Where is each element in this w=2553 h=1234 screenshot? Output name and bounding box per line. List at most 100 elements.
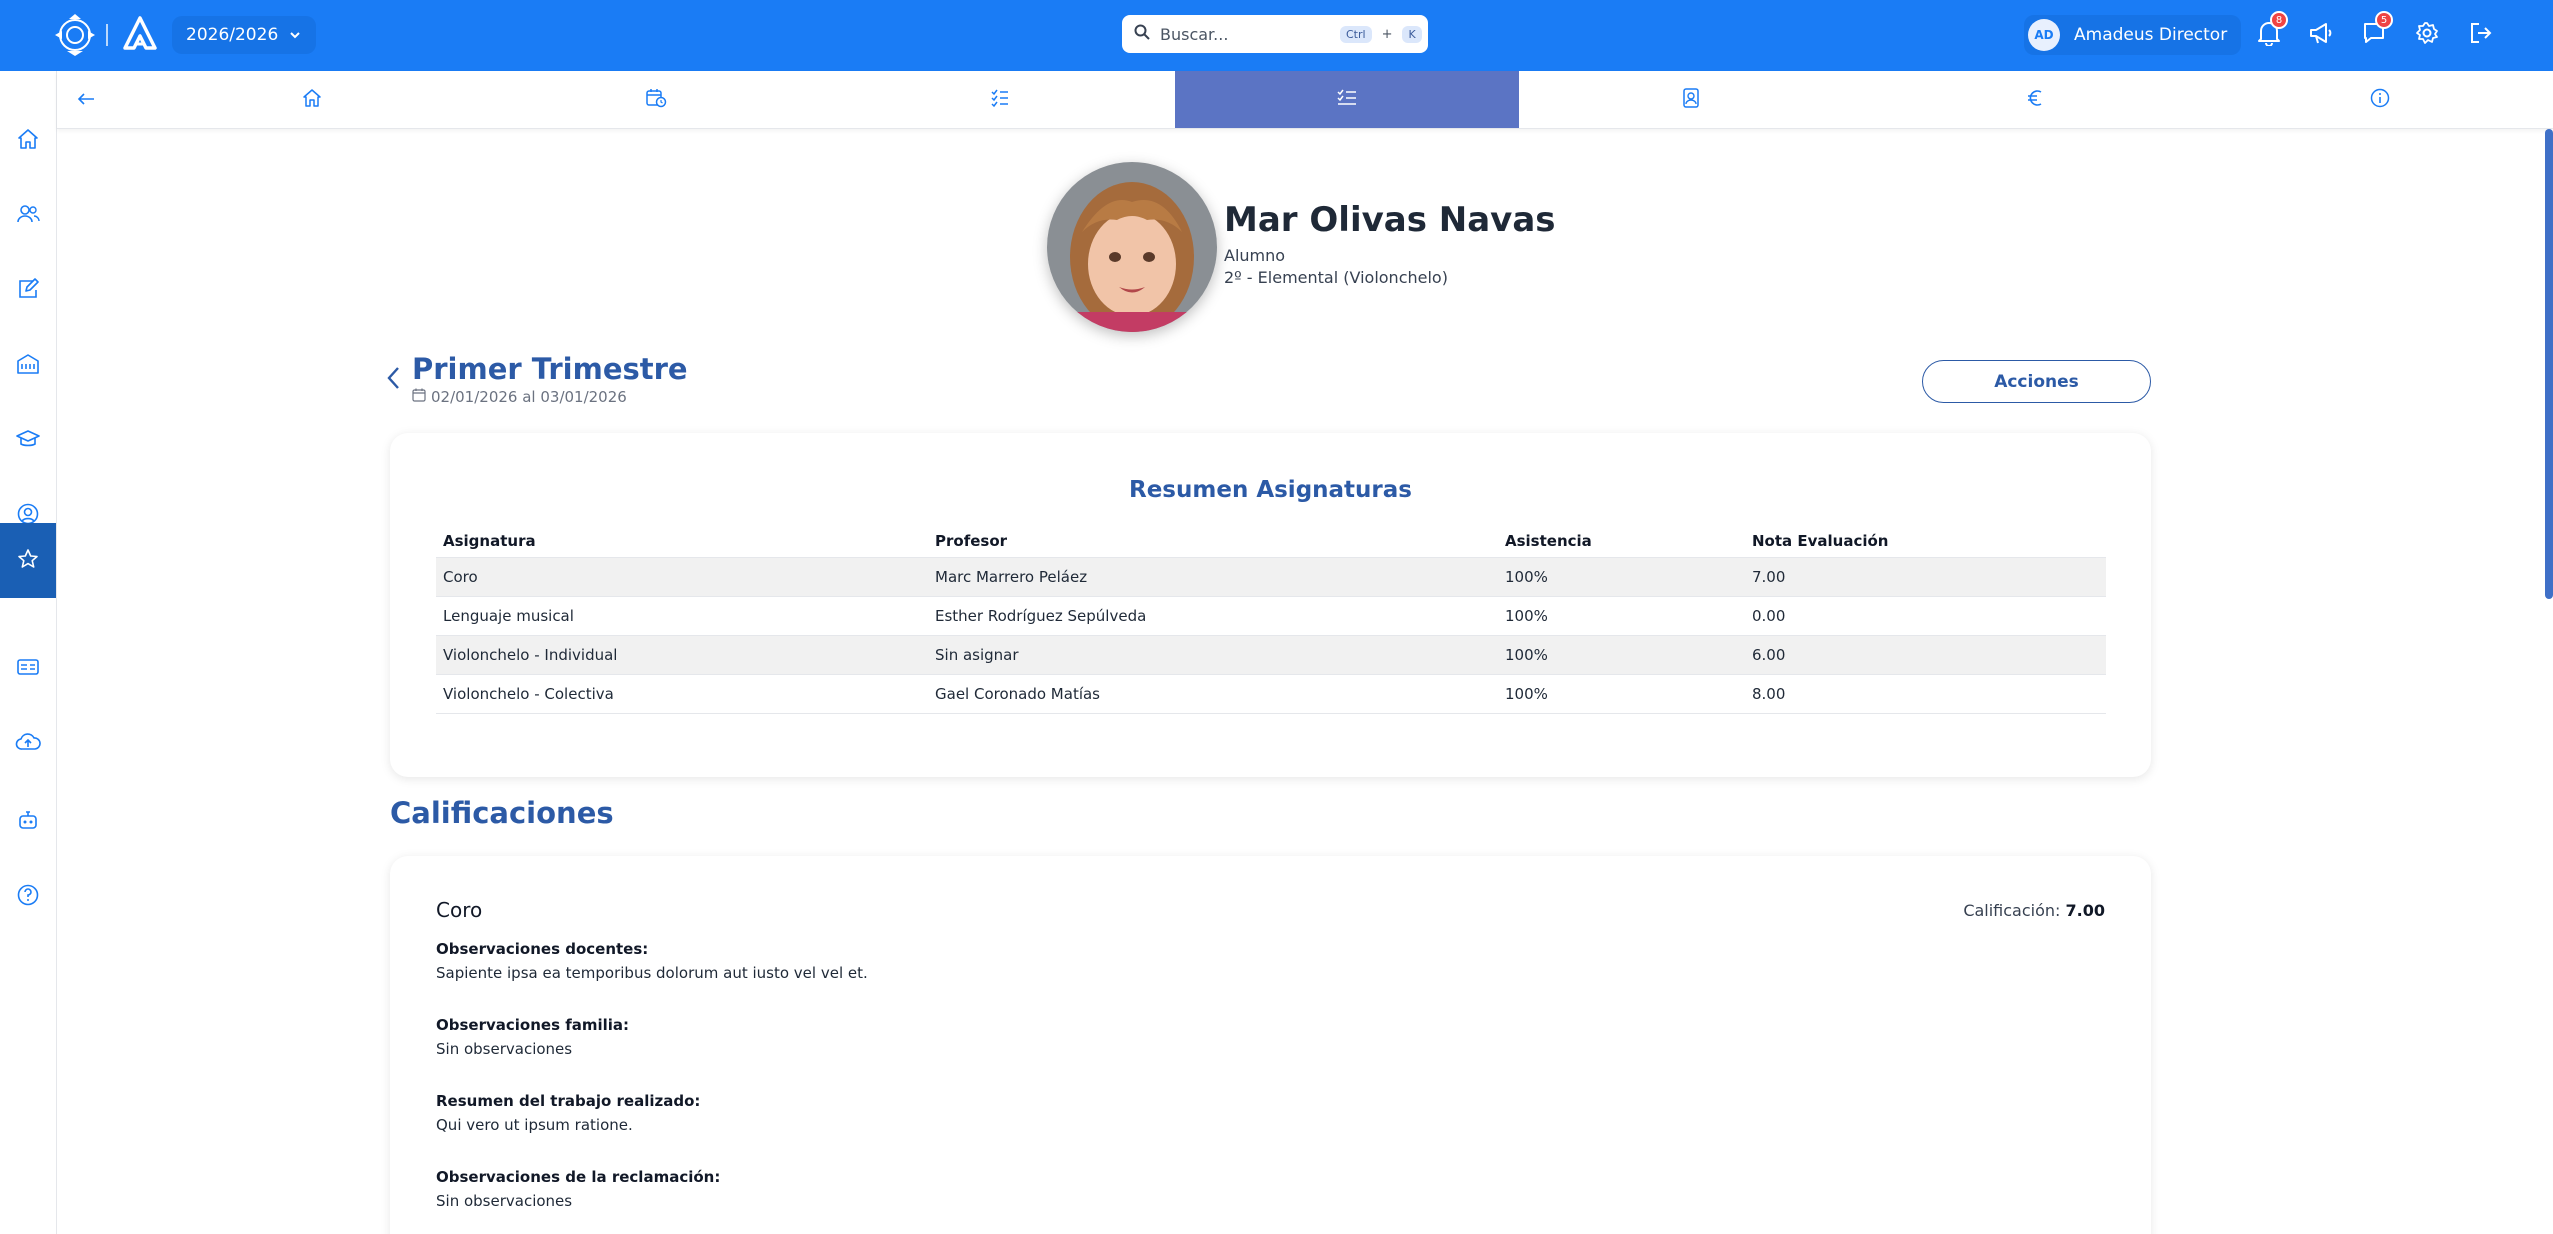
tab-evaluations[interactable] <box>1175 71 1519 128</box>
column-header: Nota Evaluación <box>1752 531 1889 550</box>
subject-cell: Lenguaje musical <box>436 595 928 635</box>
observation-label: Observaciones docentes: <box>436 940 649 958</box>
grade-cell: 7.00 <box>1745 556 2106 596</box>
observation-text: Qui vero ut ipsum ratione. <box>436 1116 633 1134</box>
grade-value: 7.00 <box>2065 901 2105 920</box>
logout-icon <box>2469 21 2493 49</box>
work-summary: Resumen del trabajo realizado: Qui vero … <box>436 1092 700 1134</box>
sidebar-item-evaluations[interactable] <box>0 523 56 598</box>
observation-label: Resumen del trabajo realizado: <box>436 1092 701 1110</box>
shortcut-plus: + <box>1381 26 1393 42</box>
sidebar-item-academic[interactable] <box>0 403 56 478</box>
announcements-button[interactable] <box>2304 18 2338 52</box>
table-row: Coro Marc Marrero Peláez 100% 7.00 <box>436 556 2106 596</box>
logout-button[interactable] <box>2464 18 2498 52</box>
observation-text: Sin observaciones <box>436 1040 573 1058</box>
student-photo <box>1047 162 1217 332</box>
observation-text: Sapiente ipsa ea temporibus dolorum aut … <box>436 964 868 982</box>
tab-payments[interactable] <box>1863 71 2207 128</box>
search-box[interactable]: Ctrl + K <box>1122 15 1428 53</box>
chevron-left-icon <box>384 367 404 396</box>
student-role: Alumno <box>1224 246 1286 265</box>
teacher-cell: Esther Rodríguez Sepúlveda <box>928 595 1498 635</box>
family-observations: Observaciones familia: Sin observaciones <box>436 1016 629 1058</box>
grade-label: Calificación: <box>1963 901 2061 920</box>
home-icon <box>302 88 322 112</box>
tab-info[interactable] <box>2208 71 2552 128</box>
grade-cell: 0.00 <box>1745 595 2106 635</box>
column-header: Asignatura <box>443 531 536 550</box>
table-row: Lenguaje musical Esther Rodríguez Sepúlv… <box>436 595 2106 635</box>
subject-cell: Violonchelo - Individual <box>436 634 928 674</box>
contact-card-icon <box>1682 87 1700 112</box>
page-scrollbar[interactable] <box>2545 129 2553 599</box>
tab-schedule[interactable] <box>484 71 828 128</box>
subject-grade: Calificación: 7.00 <box>1963 901 2105 920</box>
subject-grade-card: Coro Calificación: 7.00 Observaciones do… <box>390 856 2151 1234</box>
period-dates: 02/01/2026 al 03/01/2026 <box>412 388 627 406</box>
calendar-icon <box>412 388 426 406</box>
sidebar-item-home[interactable] <box>0 103 56 178</box>
search-input[interactable] <box>1160 24 1330 44</box>
arrow-left-icon <box>77 91 95 110</box>
user-avatar: AD <box>2028 19 2060 51</box>
subjects-summary-table: Asignatura Profesor Asistencia Nota Eval… <box>436 525 2106 714</box>
column-header: Profesor <box>935 531 1008 550</box>
table-row: Violonchelo - Colectiva Gael Coronado Ma… <box>436 673 2106 714</box>
chevron-down-icon <box>290 28 300 43</box>
teacher-cell: Gael Coronado Matías <box>928 673 1498 714</box>
shortcut-k-key: K <box>1402 25 1422 43</box>
sidebar-item-help[interactable] <box>0 859 56 934</box>
sidebar-item-edit[interactable] <box>0 253 56 328</box>
sidebar-item-users[interactable] <box>0 178 56 253</box>
sidebar <box>0 71 57 1234</box>
attendance-cell: 100% <box>1498 556 1745 596</box>
observation-label: Observaciones familia: <box>436 1016 630 1034</box>
teacher-cell: Marc Marrero Peláez <box>928 556 1498 596</box>
period-dates-text: 02/01/2026 al 03/01/2026 <box>431 388 627 406</box>
back-button[interactable] <box>71 85 101 115</box>
previous-period-button[interactable] <box>384 364 408 394</box>
checklist-icon <box>990 88 1010 112</box>
school-year-value: 2026/2026 <box>186 25 279 45</box>
app-logo[interactable] <box>122 14 158 54</box>
top-bar: 2026/2026 Ctrl + K AD Amadeus Director 8… <box>0 0 2553 71</box>
tab-home[interactable] <box>140 71 484 128</box>
school-year-select[interactable]: 2026/2026 <box>172 16 317 54</box>
graduation-cap-icon <box>16 428 40 454</box>
actions-button[interactable]: Acciones <box>1922 360 2151 403</box>
cloud-upload-icon <box>15 732 41 756</box>
tab-tasks[interactable] <box>828 71 1172 128</box>
period-title: Primer Trimestre <box>412 352 688 386</box>
sidebar-item-assistant[interactable] <box>0 784 56 859</box>
euro-icon <box>2027 89 2043 111</box>
messages-button[interactable]: 5 <box>2357 11 2393 52</box>
megaphone-icon <box>2308 21 2334 49</box>
search-icon <box>1134 24 1150 44</box>
attendance-cell: 100% <box>1498 595 1745 635</box>
sidebar-item-school[interactable] <box>0 328 56 403</box>
logo-divider <box>106 24 108 46</box>
sidebar-item-id-card[interactable] <box>0 631 56 706</box>
attendance-cell: 100% <box>1498 634 1745 674</box>
subject-cell: Coro <box>436 556 928 596</box>
calendar-clock-icon <box>645 88 667 112</box>
user-menu[interactable]: AD Amadeus Director <box>2024 15 2242 55</box>
building-icon <box>16 353 40 379</box>
robot-icon <box>16 809 40 835</box>
institution-crest-logo[interactable] <box>52 13 98 57</box>
teacher-cell: Sin asignar <box>928 634 1498 674</box>
student-course: 2º - Elemental (Violonchelo) <box>1224 268 1448 287</box>
id-card-icon <box>16 657 40 681</box>
users-icon <box>16 203 40 229</box>
edit-icon <box>17 277 39 304</box>
student-tabs-bar <box>57 71 2553 129</box>
info-icon <box>2370 88 2390 112</box>
sidebar-item-upload[interactable] <box>0 706 56 781</box>
tab-contact[interactable] <box>1519 71 1863 128</box>
subject-cell: Violonchelo - Colectiva <box>436 673 928 714</box>
notifications-button[interactable]: 8 <box>2252 11 2288 52</box>
gear-icon <box>2415 21 2439 49</box>
settings-button[interactable] <box>2410 18 2444 52</box>
table-row: Violonchelo - Individual Sin asignar 100… <box>436 634 2106 674</box>
